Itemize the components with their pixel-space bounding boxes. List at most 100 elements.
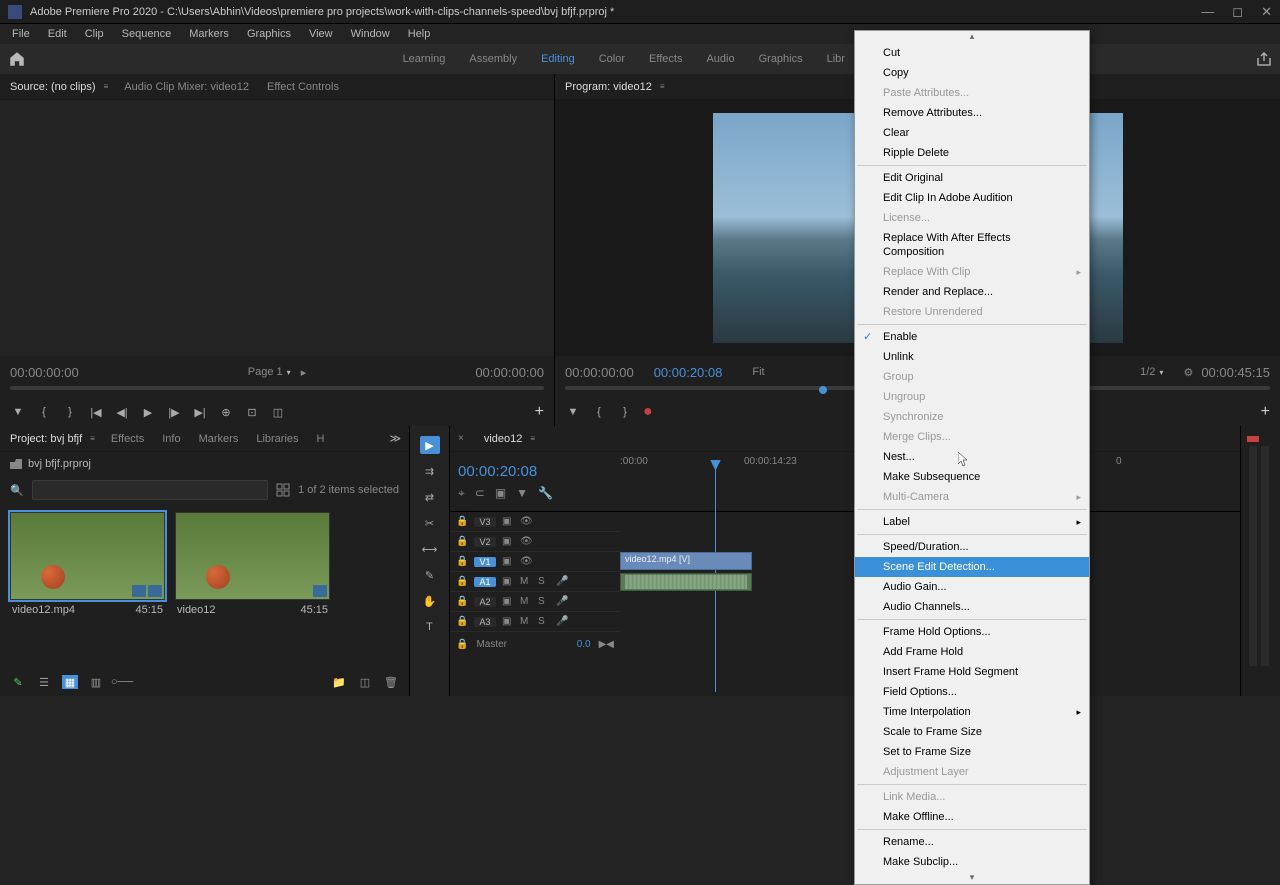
- clear-icon[interactable]: 🗑: [383, 675, 399, 689]
- context-menu-item[interactable]: Enable: [855, 327, 1089, 347]
- context-menu-scroll-down[interactable]: ▾: [855, 872, 1089, 884]
- ripple-edit-tool[interactable]: ⇄: [420, 488, 440, 506]
- slip-tool[interactable]: ⟷: [420, 540, 440, 558]
- eye-icon[interactable]: 👁: [520, 516, 532, 527]
- menu-help[interactable]: Help: [400, 26, 439, 42]
- toggle-output-icon[interactable]: ▣: [502, 516, 514, 527]
- mark-in-button[interactable]: {: [36, 404, 52, 420]
- razor-tool[interactable]: ✂: [420, 514, 440, 532]
- context-menu-item[interactable]: Rename...: [855, 832, 1089, 852]
- context-menu-item[interactable]: Render and Replace...: [855, 282, 1089, 302]
- icon-view-icon[interactable]: ▦: [62, 675, 78, 689]
- program-scale-dropdown[interactable]: 1/2: [1140, 366, 1155, 378]
- program-fit-dropdown[interactable]: Fit: [752, 366, 764, 378]
- timeline-timecode[interactable]: 00:00:20:08: [458, 463, 612, 480]
- export-frame-button[interactable]: ◫: [270, 404, 286, 420]
- lock-icon[interactable]: 🔒: [456, 639, 468, 650]
- context-menu-item[interactable]: Make Subclip...: [855, 852, 1089, 872]
- menu-sequence[interactable]: Sequence: [114, 26, 180, 42]
- maximize-button[interactable]: ◻: [1232, 4, 1243, 20]
- project-tab-menu-icon[interactable]: ≡: [90, 434, 95, 443]
- project-overflow-icon[interactable]: ≫: [389, 432, 401, 445]
- source-scrub-bar[interactable]: [10, 386, 544, 394]
- pen-tool[interactable]: ✎: [420, 566, 440, 584]
- workspace-learning[interactable]: Learning: [403, 53, 446, 65]
- toggle-output-icon[interactable]: ▣: [502, 536, 514, 547]
- lock-icon[interactable]: 🔒: [456, 556, 468, 567]
- home-icon[interactable]: [8, 50, 26, 68]
- filter-bin-icon[interactable]: [276, 483, 290, 497]
- snap-icon[interactable]: ⌖: [458, 486, 465, 501]
- button-editor-icon[interactable]: +: [535, 403, 544, 421]
- workspace-libraries[interactable]: Libr: [827, 53, 845, 65]
- context-menu-item[interactable]: Field Options...: [855, 682, 1089, 702]
- add-marker-timeline-icon[interactable]: ▣: [495, 486, 506, 501]
- track-header-v1[interactable]: 🔒 V1 ▣ 👁: [450, 552, 620, 572]
- menu-view[interactable]: View: [301, 26, 341, 42]
- source-tab-menu-icon[interactable]: ≡: [104, 82, 109, 91]
- workspace-audio[interactable]: Audio: [706, 53, 734, 65]
- write-icon[interactable]: ✎: [10, 675, 26, 689]
- mic-icon[interactable]: 🎤: [556, 616, 568, 627]
- tab-source[interactable]: Source: (no clips): [8, 77, 98, 97]
- project-item-thumbnail[interactable]: [10, 512, 165, 600]
- context-menu-item[interactable]: Time Interpolation: [855, 702, 1089, 722]
- context-menu-scroll-up[interactable]: ▴: [855, 31, 1089, 43]
- tab-program[interactable]: Program: video12: [563, 77, 654, 97]
- context-menu-item[interactable]: Make Subsequence: [855, 467, 1089, 487]
- overwrite-button[interactable]: ⊡: [244, 404, 260, 420]
- linked-selection-icon[interactable]: ⊂: [475, 486, 485, 501]
- mark-out-button[interactable]: }: [62, 404, 78, 420]
- context-menu-item[interactable]: Nest...: [855, 447, 1089, 467]
- context-menu-item[interactable]: Make Offline...: [855, 807, 1089, 827]
- context-menu-item[interactable]: Audio Gain...: [855, 577, 1089, 597]
- program-mark-in-button[interactable]: {: [591, 404, 607, 420]
- tab-timeline-sequence[interactable]: video12: [482, 429, 525, 449]
- context-menu-item[interactable]: Remove Attributes...: [855, 103, 1089, 123]
- project-item[interactable]: video12.mp4 45:15: [10, 512, 165, 660]
- track-header-a3[interactable]: 🔒 A3 ▣ MS 🎤: [450, 612, 620, 632]
- program-mark-out-button[interactable]: }: [617, 404, 633, 420]
- program-button-editor-icon[interactable]: +: [1261, 403, 1270, 421]
- track-header-v2[interactable]: 🔒 V2 ▣ 👁: [450, 532, 620, 552]
- context-menu-item[interactable]: Clear: [855, 123, 1089, 143]
- context-menu-item[interactable]: Cut: [855, 43, 1089, 63]
- tab-audio-clip-mixer[interactable]: Audio Clip Mixer: video12: [122, 77, 251, 97]
- tab-project[interactable]: Project: bvj bfjf: [8, 429, 84, 449]
- program-add-marker-button[interactable]: ▼: [565, 404, 581, 420]
- context-menu-item[interactable]: Edit Original: [855, 168, 1089, 188]
- toggle-output-icon[interactable]: ▣: [502, 556, 514, 567]
- track-select-tool[interactable]: ⇉: [420, 462, 440, 480]
- tab-libraries[interactable]: Libraries: [254, 429, 300, 449]
- audio-clip[interactable]: [620, 573, 752, 591]
- workspace-graphics[interactable]: Graphics: [759, 53, 803, 65]
- mic-icon[interactable]: 🎤: [556, 596, 568, 607]
- master-value[interactable]: 0.0: [577, 639, 591, 650]
- program-tab-menu-icon[interactable]: ≡: [660, 82, 665, 91]
- context-menu-item[interactable]: Unlink: [855, 347, 1089, 367]
- lock-icon[interactable]: 🔒: [456, 516, 468, 527]
- context-menu-item[interactable]: Set to Frame Size: [855, 742, 1089, 762]
- track-header-a2[interactable]: 🔒 A2 ▣ MS 🎤: [450, 592, 620, 612]
- context-menu-item[interactable]: Replace With After Effects Composition: [855, 228, 1089, 262]
- list-view-icon[interactable]: ☰: [36, 675, 52, 689]
- context-menu-item[interactable]: Audio Channels...: [855, 597, 1089, 617]
- menu-clip[interactable]: Clip: [77, 26, 112, 42]
- toggle-output-icon[interactable]: ▣: [502, 576, 514, 587]
- mic-icon[interactable]: 🎤: [556, 576, 568, 587]
- workspace-effects[interactable]: Effects: [649, 53, 682, 65]
- tab-effects[interactable]: Effects: [109, 429, 146, 449]
- workspace-editing[interactable]: Editing: [541, 53, 575, 65]
- video-clip[interactable]: video12.mp4 [V]: [620, 552, 752, 570]
- insert-button[interactable]: ⊕: [218, 404, 234, 420]
- program-playhead[interactable]: [819, 386, 827, 394]
- close-button[interactable]: ✕: [1261, 4, 1272, 20]
- context-menu-item[interactable]: Scene Edit Detection...: [855, 557, 1089, 577]
- timeline-nav-back-icon[interactable]: ▶◀: [599, 639, 614, 650]
- step-forward-button[interactable]: |▶: [166, 404, 182, 420]
- tab-history[interactable]: H: [315, 429, 327, 449]
- minimize-button[interactable]: —: [1201, 4, 1214, 20]
- menu-file[interactable]: File: [4, 26, 38, 42]
- menu-markers[interactable]: Markers: [181, 26, 237, 42]
- context-menu-item[interactable]: Copy: [855, 63, 1089, 83]
